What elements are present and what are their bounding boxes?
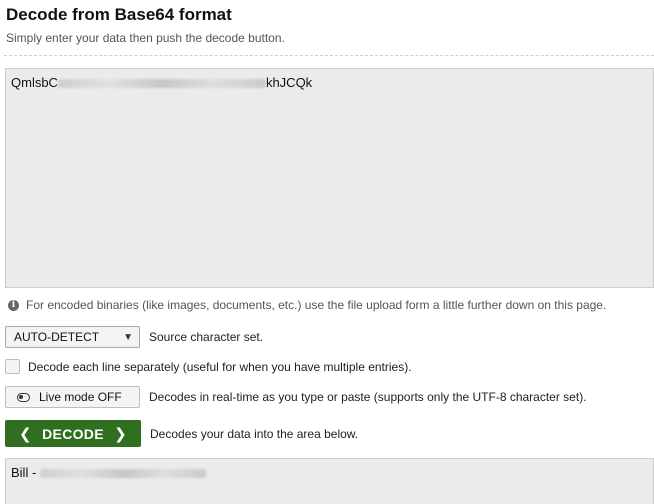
decode-button-label: DECODE [42, 425, 104, 442]
each-line-label[interactable]: Decode each line separately (useful for … [28, 360, 412, 374]
encoded-input-textarea[interactable]: QmlsbC khJCQk [5, 68, 654, 288]
output-text-start: Bill - [11, 465, 37, 480]
each-line-row: Decode each line separately (useful for … [5, 359, 412, 374]
charset-selected-value: AUTO-DETECT [14, 330, 100, 344]
chevron-right-icon: ❯ [114, 425, 127, 443]
divider [4, 55, 654, 56]
each-line-checkbox[interactable] [5, 359, 20, 374]
live-mode-row: Live mode OFF Decodes in real-time as yo… [5, 386, 587, 408]
live-mode-label: Live mode OFF [39, 390, 122, 404]
live-mode-button[interactable]: Live mode OFF [5, 386, 140, 408]
live-mode-description: Decodes in real-time as you type or past… [149, 390, 587, 404]
charset-label: Source character set. [149, 330, 264, 344]
chevron-down-icon: ▼ [123, 331, 133, 343]
info-note: i For encoded binaries (like images, doc… [8, 298, 606, 312]
info-icon: i [8, 299, 19, 311]
decode-row: ❮ DECODE ❯ Decodes your data into the ar… [5, 420, 358, 447]
input-text-end: khJCQk [265, 75, 313, 90]
decode-description: Decodes your data into the area below. [150, 426, 359, 441]
input-text-start: QmlsbC [11, 75, 58, 90]
decode-button[interactable]: ❮ DECODE ❯ [5, 420, 141, 447]
charset-row: AUTO-DETECT ▼ Source character set. [5, 326, 263, 348]
chevron-left-icon: ❮ [19, 425, 32, 443]
charset-select[interactable]: AUTO-DETECT ▼ [5, 326, 140, 348]
page-title: Decode from Base64 format [6, 5, 232, 24]
decoded-output-textarea[interactable]: Bill - [5, 458, 654, 504]
page-subtitle: Simply enter your data then push the dec… [6, 31, 285, 45]
redacted-text [57, 79, 266, 89]
toggle-off-icon [17, 392, 30, 402]
redacted-output [39, 469, 206, 479]
info-text: For encoded binaries (like images, docum… [26, 298, 607, 312]
